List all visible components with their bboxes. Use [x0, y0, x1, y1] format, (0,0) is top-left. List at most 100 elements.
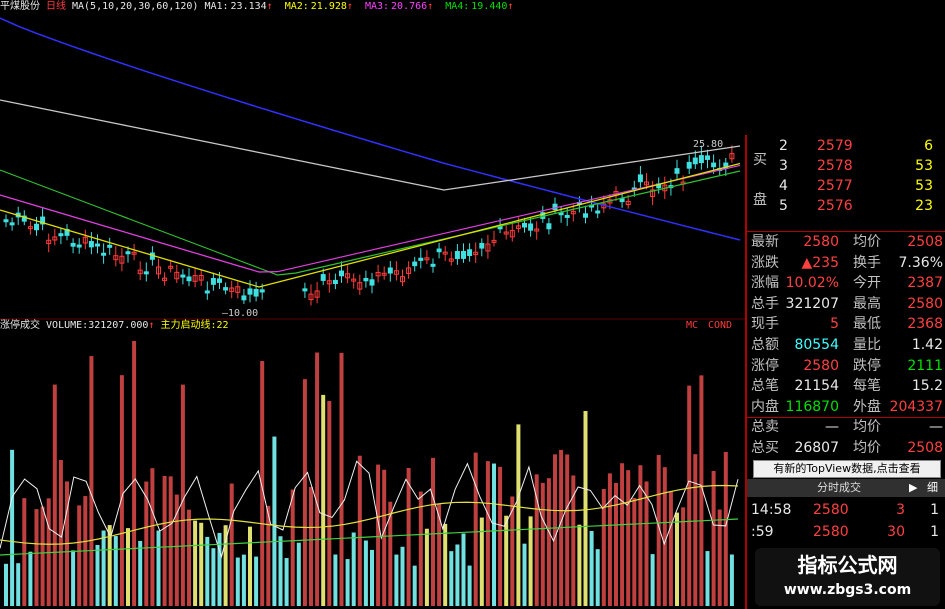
tick-price: 2580 — [813, 524, 849, 540]
volume-bar — [382, 469, 387, 606]
volume-bar — [241, 554, 246, 606]
volume-bar — [723, 451, 728, 606]
volume-bar — [278, 536, 283, 606]
quote-value: 116870 — [785, 398, 839, 415]
period-label[interactable]: 日线 — [46, 1, 66, 12]
quote-label: 涨停 — [751, 357, 779, 374]
volume-bar — [516, 424, 521, 606]
volume-bar — [290, 489, 295, 606]
volume-bar — [339, 352, 344, 606]
order-book-row[interactable]: 4 2577 53 — [747, 177, 945, 196]
volume-bar — [150, 468, 155, 606]
volume-bar — [467, 565, 472, 606]
volume-bar — [717, 509, 722, 606]
candle-body — [430, 263, 436, 267]
tick-title[interactable]: 分时成交 — [817, 479, 861, 497]
quote-value: ▲235 — [801, 254, 840, 271]
volume-bar — [22, 498, 27, 606]
volume-bar — [4, 563, 8, 606]
candle-body — [454, 250, 460, 259]
indicator-name[interactable]: 涨停成交 — [0, 320, 40, 331]
quote-label: 均价 — [853, 440, 881, 456]
volume-bar — [34, 509, 39, 606]
quote-value: 321207 — [785, 295, 839, 312]
quote-row: 涨跌 ▲235 换手 7.36% — [747, 254, 945, 273]
candle-body — [302, 288, 308, 292]
tick-time: 14:58 — [751, 502, 792, 518]
quote-label: 现手 — [751, 316, 779, 333]
cond-tag[interactable]: COND — [708, 319, 732, 333]
quote-value: 2580 — [907, 295, 943, 312]
candle-body — [467, 249, 473, 257]
tick-price: 2580 — [813, 502, 849, 518]
ma-item-4: MA4: 19.440↑ — [445, 1, 519, 12]
book-price: 2577 — [817, 178, 853, 194]
order-book-row[interactable]: 3 2578 53 — [747, 157, 945, 176]
volume-bar — [113, 536, 118, 606]
volume-bar — [394, 554, 399, 606]
order-book-row[interactable]: 2 2579 6 — [747, 137, 945, 156]
candle-body — [217, 278, 222, 283]
volume-bar — [650, 554, 655, 606]
volume-bar — [437, 504, 442, 606]
quote-value: — — [825, 419, 839, 436]
volume-bar — [315, 352, 320, 606]
volume-bar — [138, 540, 143, 606]
tick-row[interactable]: :59 2580 30 1 — [747, 523, 945, 542]
volume-bar — [540, 482, 545, 606]
volume-bar — [632, 498, 637, 606]
candle-body — [418, 257, 424, 261]
candle-body — [637, 174, 643, 183]
candle-body — [320, 274, 326, 281]
candle-body — [332, 279, 338, 285]
volume-bar — [711, 471, 716, 606]
candle-body — [387, 267, 393, 274]
volume-bar — [388, 501, 393, 606]
quote-row: 内盘 116870 外盘 204337 — [747, 398, 945, 417]
quote-value: 1.42 — [911, 337, 943, 353]
quote-row: 涨停 2580 跌停 2111 — [747, 357, 945, 376]
candle-body — [107, 244, 113, 248]
volume-bar — [455, 544, 460, 606]
volume-bar — [327, 401, 332, 606]
ma-label: MA4: — [445, 1, 470, 12]
book-volume: 53 — [915, 178, 933, 194]
volume-bar — [180, 384, 185, 606]
volume-bar — [199, 522, 204, 606]
kline-chart[interactable]: 25.80 —10.00 — [0, 0, 745, 609]
quote-value: 2387 — [907, 275, 943, 292]
volume-bar — [662, 467, 667, 606]
mc-tag[interactable]: MC — [686, 319, 698, 333]
quote-label: 总额 — [751, 337, 779, 353]
stock-name[interactable]: 平煤股份 — [0, 1, 40, 12]
quote-value: 2580 — [803, 234, 839, 250]
volume-bar — [553, 454, 557, 606]
volume-bar — [71, 550, 76, 606]
play-icon[interactable]: ▶ — [909, 479, 917, 497]
quote-value: 80554 — [794, 337, 839, 353]
order-book-row[interactable]: 5 2576 23 — [747, 197, 945, 216]
quote-panel: 买 盘 2 2579 6 3 2578 53 4 2577 53 5 2576 23 最新 2580 均价… — [745, 135, 945, 609]
quote-label: 换手 — [853, 254, 881, 271]
quote-label: 涨跌 — [751, 254, 779, 271]
volume-bar — [101, 530, 106, 606]
volume-bar — [498, 466, 503, 606]
volume-bar — [583, 411, 588, 606]
quote-value: 15.2 — [911, 378, 943, 395]
volume-bar — [577, 524, 582, 606]
volume-bar — [620, 463, 625, 606]
volume-bar — [528, 516, 533, 606]
candle-body — [369, 279, 375, 286]
quote-value: 7.36% — [898, 254, 943, 271]
low-price-label: —10.00 — [222, 308, 258, 319]
detail-button[interactable]: 细 — [927, 479, 938, 497]
volume-arrow: ↑ — [148, 320, 155, 331]
tick-row[interactable]: 14:58 2580 3 1 — [747, 501, 945, 520]
topview-notice[interactable]: 有新的TopView数据,点击查看 — [753, 460, 941, 478]
volume-bar — [565, 454, 570, 606]
up-arrow-icon: ↑ — [266, 1, 273, 12]
quote-value: 2111 — [907, 357, 943, 374]
tick-count: 1 — [930, 502, 939, 518]
volume-bar — [10, 449, 15, 606]
ma-line — [0, 162, 741, 288]
